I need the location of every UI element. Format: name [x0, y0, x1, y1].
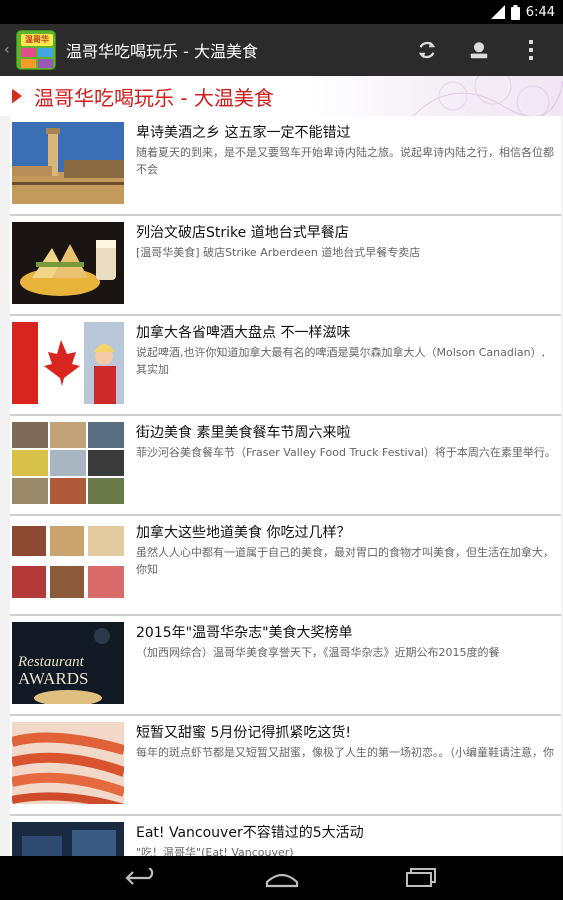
list-item[interactable]: 短暂又甜蜜 5月份记得抓紧吃这货! 每年的斑点虾节都是又短暂又甜蜜，像极了人生的…: [10, 716, 561, 816]
thumbnail-image: [12, 322, 124, 404]
list-item[interactable]: 加拿大这些地道美食 你吃过几样？ 虽然人人心中都有一道属于自己的美食，最对胃口的…: [10, 516, 561, 616]
nav-back-button[interactable]: [122, 863, 162, 893]
item-text: 加拿大这些地道美食 你吃过几样？ 虽然人人心中都有一道属于自己的美食，最对胃口的…: [136, 524, 556, 614]
item-summary: 每年的斑点虾节都是又短暂又甜蜜，像极了人生的第一场初恋。。（小编童鞋请注意，你: [136, 746, 554, 759]
news-list: 卑诗美酒之乡 这五家一定不能错过 随着夏天的到来，是不是又要驾车开始卑诗内陆之旅…: [10, 116, 561, 856]
navigation-bar: [0, 856, 563, 900]
item-summary: "吃！温哥华"(Eat! Vancouver): [136, 846, 294, 856]
thumbnail-image: Restaurant AWARDS: [12, 622, 124, 704]
section-title: 温哥华吃喝玩乐 - 大温美食: [34, 85, 274, 110]
up-caret-icon[interactable]: ‹: [4, 42, 14, 58]
list-item[interactable]: 加拿大各省啤酒大盘点 不一样滋味 说起啤酒,也许你知道加拿大最有名的啤酒是莫尔森…: [10, 316, 561, 416]
refresh-button[interactable]: [407, 30, 447, 70]
battery-icon: [510, 4, 520, 20]
refresh-icon: [418, 41, 436, 59]
overflow-menu-button[interactable]: [511, 30, 551, 70]
app-title: 温哥华吃喝玩乐 - 大温美食: [66, 42, 258, 61]
floral-decoration-icon: [412, 76, 563, 116]
home-icon: [265, 873, 298, 888]
item-summary: [温哥华美食] 破店Strike Arberdeen 道地台式早餐专卖店: [136, 246, 421, 259]
status-time: 6:44: [525, 4, 555, 20]
thumbnail-image: [12, 722, 124, 804]
list-item[interactable]: 卑诗美酒之乡 这五家一定不能错过 随着夏天的到来，是不是又要驾车开始卑诗内陆之旅…: [10, 116, 561, 216]
logo-tile: [38, 48, 53, 57]
item-text: 加拿大各省啤酒大盘点 不一样滋味 说起啤酒,也许你知道加拿大最有名的啤酒是莫尔森…: [136, 324, 556, 414]
item-text: 街边美食 素里美食餐车节周六来啦 菲沙河谷美食餐车节（Fraser Valley…: [136, 424, 556, 514]
app-logo-text: 温哥华: [21, 34, 53, 46]
account-button[interactable]: [459, 30, 499, 70]
item-text: 2015年"温哥华杂志"美食大奖榜单 （加西网综合）温哥华美食享誉天下，《温哥华…: [136, 624, 556, 714]
logo-tile: [21, 48, 36, 57]
item-title: 加拿大这些地道美食 你吃过几样？: [136, 525, 351, 541]
back-icon: [124, 868, 153, 885]
item-summary: （加西网综合）温哥华美食享誉天下，《温哥华杂志》近期公布2015度的餐: [136, 646, 500, 659]
item-title: 卑诗美酒之乡 这五家一定不能错过: [136, 125, 351, 141]
recent-apps-icon: [405, 868, 436, 887]
item-summary: 菲沙河谷美食餐车节（Fraser Valley Food Truck Festi…: [136, 446, 556, 459]
svg-text:Restaurant: Restaurant: [17, 654, 85, 670]
item-text: 短暂又甜蜜 5月份记得抓紧吃这货! 每年的斑点虾节都是又短暂又甜蜜，像极了人生的…: [136, 724, 556, 814]
item-title: Eat! Vancouver不容错过的5大活动: [136, 825, 364, 841]
item-text: Eat! Vancouver不容错过的5大活动 "吃！温哥华"(Eat! Van…: [136, 824, 556, 856]
thumbnail-image: [12, 822, 124, 856]
app-screen: 6:44 ‹ 温哥华 温哥华吃喝玩乐 - 大温美食 温哥华吃喝玩乐 - 大温美食…: [0, 0, 563, 900]
nav-recents-button[interactable]: [402, 863, 442, 893]
item-title: 街边美食 素里美食餐车节周六来啦: [136, 425, 351, 441]
app-logo[interactable]: 温哥华: [16, 30, 56, 70]
thumbnail-image: [12, 222, 124, 304]
thumbnail-image: [12, 422, 124, 504]
svg-text:AWARDS: AWARDS: [18, 669, 88, 688]
logo-tile: [21, 59, 36, 68]
list-item[interactable]: Restaurant AWARDS 2015年"温哥华杂志"美食大奖榜单 （加西…: [10, 616, 561, 716]
list-item[interactable]: Eat! Vancouver不容错过的5大活动 "吃！温哥华"(Eat! Van…: [10, 816, 561, 856]
nav-home-button[interactable]: [262, 863, 302, 893]
header-marker-icon: [12, 88, 22, 104]
account-icon: [470, 42, 488, 59]
item-title: 短暂又甜蜜 5月份记得抓紧吃这货!: [136, 725, 351, 741]
item-title: 列治文破店Strike 道地台式早餐店: [136, 225, 349, 241]
item-summary: 虽然人人心中都有一道属于自己的美食，最对胃口的食物才叫美食，但生活在加拿大，你知: [136, 546, 554, 576]
thumbnail-image: [12, 122, 124, 204]
item-title: 2015年"温哥华杂志"美食大奖榜单: [136, 625, 353, 641]
action-bar: ‹ 温哥华 温哥华吃喝玩乐 - 大温美食: [0, 24, 563, 76]
list-item[interactable]: 街边美食 素里美食餐车节周六来啦 菲沙河谷美食餐车节（Fraser Valley…: [10, 416, 561, 516]
thumbnail-image: [12, 522, 124, 604]
status-bar: 6:44: [0, 0, 563, 24]
overflow-menu-icon: [529, 40, 533, 60]
item-title: 加拿大各省啤酒大盘点 不一样滋味: [136, 325, 351, 341]
item-summary: 说起啤酒,也许你知道加拿大最有名的啤酒是莫尔森加拿大人（Molson Canad…: [136, 346, 546, 376]
item-text: 列治文破店Strike 道地台式早餐店 [温哥华美食] 破店Strike Arb…: [136, 224, 556, 314]
item-summary: 随着夏天的到来，是不是又要驾车开始卑诗内陆之旅。说起卑诗内陆之行，相信各位都不会: [136, 146, 554, 176]
item-text: 卑诗美酒之乡 这五家一定不能错过 随着夏天的到来，是不是又要驾车开始卑诗内陆之旅…: [136, 124, 556, 214]
section-header: 温哥华吃喝玩乐 - 大温美食: [0, 76, 563, 116]
logo-tile: [38, 59, 53, 68]
signal-icon: [490, 5, 505, 19]
list-item[interactable]: 列治文破店Strike 道地台式早餐店 [温哥华美食] 破店Strike Arb…: [10, 216, 561, 316]
